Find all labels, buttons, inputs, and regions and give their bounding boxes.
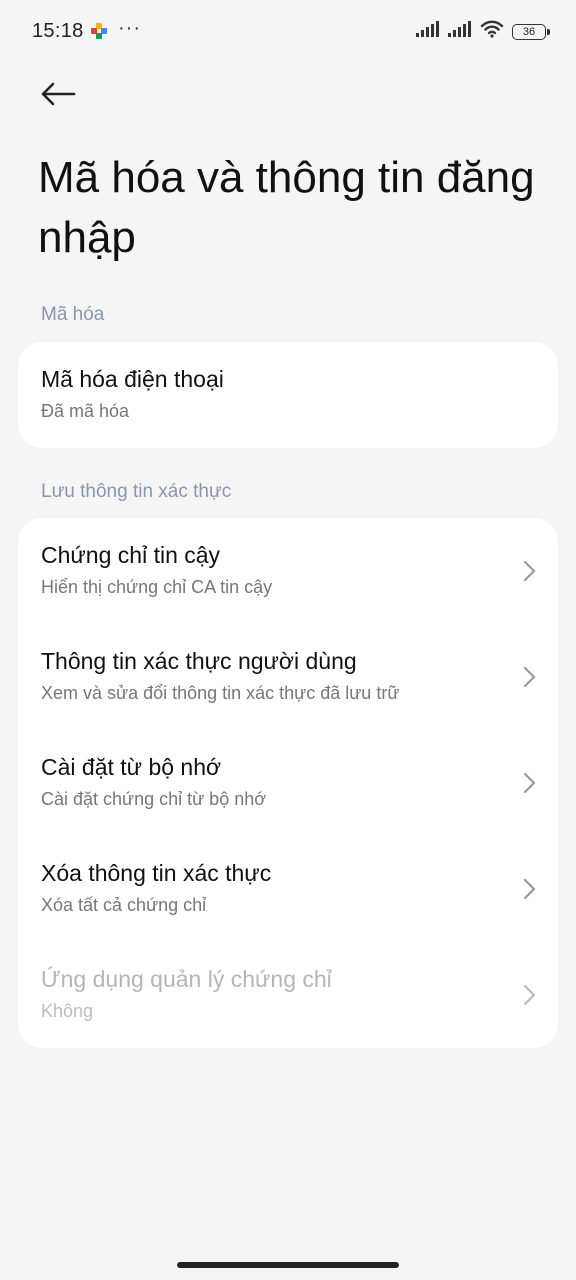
chevron-right-icon: [523, 772, 536, 794]
item-subtitle: Xem và sửa đổi thông tin xác thực đã lưu…: [41, 683, 400, 703]
credential-storage-card: Chứng chỉ tin cậy Hiển thị chứng chỉ CA …: [18, 518, 558, 1048]
trusted-certificates-item[interactable]: Chứng chỉ tin cậy Hiển thị chứng chỉ CA …: [18, 518, 558, 624]
item-title: Thông tin xác thực người dùng: [41, 648, 357, 674]
signal-icon: [448, 21, 472, 42]
chevron-right-icon: [523, 666, 536, 688]
chevron-right-icon: [523, 984, 536, 1006]
chevron-right-icon: [523, 560, 536, 582]
battery-level: 36: [522, 25, 536, 38]
install-from-storage-item[interactable]: Cài đặt từ bộ nhớ Cài đặt chứng chỉ từ b…: [18, 730, 558, 836]
phone-encryption-item[interactable]: Mã hóa điện thoại Đã mã hóa: [18, 342, 558, 448]
clear-credentials-item[interactable]: Xóa thông tin xác thực Xóa tất cả chứng …: [18, 836, 558, 942]
status-indicators: 36: [416, 20, 550, 43]
status-time: 15:18: [32, 20, 84, 42]
certificate-management-app-item[interactable]: Ứng dụng quản lý chứng chỉ Không: [18, 942, 558, 1048]
status-bar: 15:18 ··· 36: [0, 0, 576, 64]
section-header-encryption: Mã hóa: [41, 304, 105, 325]
battery-icon: 36: [512, 23, 550, 40]
page-title: Mã hóa và thông tin đăng nhập: [38, 153, 535, 262]
item-subtitle: Không: [41, 1001, 94, 1021]
arrow-left-icon: [40, 82, 76, 111]
item-title: Cài đặt từ bộ nhớ: [41, 754, 222, 780]
section-header-credential-storage: Lưu thông tin xác thực: [41, 481, 232, 502]
back-button[interactable]: [36, 78, 80, 114]
chevron-right-icon: [523, 878, 536, 900]
user-credentials-item[interactable]: Thông tin xác thực người dùng Xem và sửa…: [18, 624, 558, 730]
item-subtitle: Hiển thị chứng chỉ CA tin cậy: [41, 577, 273, 597]
item-title: Xóa thông tin xác thực: [41, 860, 272, 886]
more-notifications-icon: ···: [118, 17, 141, 39]
signal-icon: [416, 21, 440, 42]
home-indicator[interactable]: [177, 1262, 399, 1268]
app-notification-icon: [91, 23, 107, 39]
item-title: Mã hóa điện thoại: [41, 366, 224, 392]
wifi-icon: [480, 20, 504, 43]
item-subtitle: Xóa tất cả chứng chỉ: [41, 895, 207, 915]
encryption-card: Mã hóa điện thoại Đã mã hóa: [18, 342, 558, 448]
item-title: Chứng chỉ tin cậy: [41, 542, 221, 568]
item-subtitle: Cài đặt chứng chỉ từ bộ nhớ: [41, 789, 267, 809]
item-title: Ứng dụng quản lý chứng chỉ: [41, 966, 332, 992]
item-subtitle: Đã mã hóa: [41, 401, 130, 421]
